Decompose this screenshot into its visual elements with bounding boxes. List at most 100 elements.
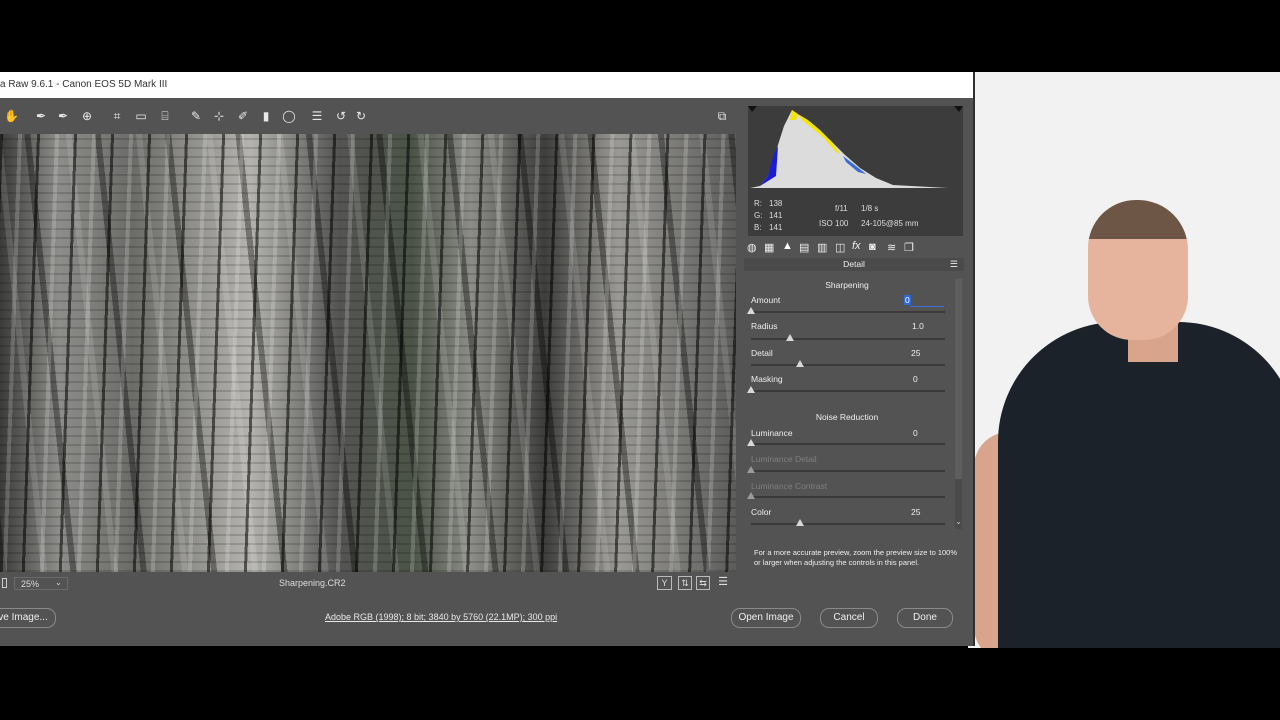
panel-scrollbar-thumb[interactable] bbox=[955, 279, 962, 479]
crop-icon[interactable]: ⌗ bbox=[110, 109, 124, 123]
luminance-detail-label: Luminance Detail bbox=[751, 454, 817, 464]
r-value: 138 bbox=[769, 199, 783, 208]
rotate-left-icon[interactable]: ↺ bbox=[334, 109, 348, 123]
effects-tab-icon[interactable]: fx bbox=[852, 240, 861, 252]
luminance-value[interactable]: 0 bbox=[913, 428, 948, 438]
luminance-slider[interactable] bbox=[751, 443, 945, 445]
graduated-filter-icon[interactable]: ▮ bbox=[259, 109, 273, 123]
split-toning-tab-icon[interactable]: ▥ bbox=[817, 241, 827, 254]
presets-tab-icon[interactable]: ≋ bbox=[887, 241, 896, 254]
masking-slider[interactable] bbox=[751, 390, 945, 392]
luminance-slider-thumb[interactable] bbox=[747, 439, 755, 446]
zoom-value: 25% bbox=[21, 579, 40, 589]
done-button[interactable]: Done bbox=[897, 608, 953, 628]
preview-hint: For a more accurate preview, zoom the pr… bbox=[754, 548, 958, 567]
title-bar: a Raw 9.6.1 - Canon EOS 5D Mark III bbox=[0, 72, 973, 98]
presenter-video bbox=[968, 72, 1280, 648]
lens-corrections-tab-icon[interactable]: ◫ bbox=[835, 241, 845, 254]
save-image-button[interactable]: ve Image... bbox=[0, 608, 56, 628]
panel-title: Detail bbox=[843, 259, 865, 269]
panel-header: Detail ☰ bbox=[744, 258, 964, 271]
red-eye-icon[interactable]: ⊹ bbox=[212, 109, 226, 123]
highlight-clip-warning-icon[interactable] bbox=[952, 106, 960, 114]
b-label: B: bbox=[754, 223, 762, 232]
radius-value[interactable]: 1.0 bbox=[912, 321, 947, 331]
shutter-speed: 1/8 s bbox=[861, 204, 879, 213]
r-label: R: bbox=[754, 199, 762, 208]
amount-value-underline bbox=[910, 306, 944, 307]
spot-removal-icon[interactable]: ✎ bbox=[189, 109, 203, 123]
g-label: G: bbox=[754, 211, 763, 220]
amount-slider-thumb[interactable] bbox=[747, 307, 755, 314]
camera-raw-dialog: a Raw 9.6.1 - Canon EOS 5D Mark III ✋ ✒ ✒ ⊕… bbox=[0, 72, 975, 646]
g-value: 141 bbox=[769, 211, 783, 220]
color-sampler-icon[interactable]: ✒ bbox=[56, 109, 70, 123]
image-preview[interactable] bbox=[0, 134, 736, 572]
targeted-adjustment-icon[interactable]: ⊕ bbox=[80, 109, 94, 123]
transform-icon[interactable]: ⌸ bbox=[158, 109, 172, 123]
detail-tab-icon[interactable]: ▲ bbox=[782, 240, 793, 252]
detail-panel: Sharpening Amount 0 Radius 1.0 Detail 25… bbox=[744, 271, 964, 536]
fullscreen-icon[interactable]: ⧉ bbox=[715, 109, 729, 123]
panel-tabs: ◍ ▦ ▲ ▤ ▥ ◫ fx ◙ ≋ ❐ bbox=[744, 238, 964, 258]
luminance-detail-slider-thumb bbox=[747, 466, 755, 473]
zoom-select[interactable]: 25% ⌄ bbox=[14, 577, 68, 590]
preview-status-bar: 25% ⌄ Sharpening.CR2 Y ⇅ ⇆ ☰ bbox=[0, 572, 736, 594]
basic-tab-icon[interactable]: ◍ bbox=[747, 241, 757, 254]
radial-filter-icon[interactable]: ◯ bbox=[282, 109, 296, 123]
white-balance-icon[interactable]: ✒ bbox=[34, 109, 48, 123]
presenter-shirt bbox=[998, 322, 1280, 648]
hand-icon[interactable]: ✋ bbox=[4, 109, 19, 123]
aperture: f/11 bbox=[835, 204, 848, 213]
preferences-icon[interactable]: ☰ bbox=[310, 109, 324, 123]
radius-slider[interactable] bbox=[751, 338, 945, 340]
window-title: a Raw 9.6.1 - Canon EOS 5D Mark III bbox=[0, 79, 168, 90]
toolbar: ✋ ✒ ✒ ⊕ ⌗ ▭ ⌸ ✎ ⊹ ✐ ▮ ◯ ☰ ↺ ↻ ⧉ bbox=[0, 98, 740, 134]
iso: ISO 100 bbox=[819, 219, 849, 228]
radius-label: Radius bbox=[751, 321, 778, 331]
straighten-icon[interactable]: ▭ bbox=[134, 109, 148, 123]
amount-label: Amount bbox=[751, 295, 781, 305]
adjustment-brush-icon[interactable]: ✐ bbox=[236, 109, 250, 123]
swap-before-after-icon[interactable]: ⇅ bbox=[678, 576, 692, 590]
amount-slider[interactable] bbox=[751, 311, 945, 313]
cancel-button[interactable]: Cancel bbox=[820, 608, 878, 628]
color-label: Color bbox=[751, 507, 772, 517]
toggle-settings-icon[interactable]: ☰ bbox=[716, 576, 730, 588]
zoom-out-icon[interactable] bbox=[2, 578, 7, 588]
camera-calibration-tab-icon[interactable]: ◙ bbox=[869, 241, 876, 253]
sharpening-title: Sharpening bbox=[825, 280, 869, 290]
masking-slider-thumb[interactable] bbox=[747, 386, 755, 393]
workflow-options-link[interactable]: Adobe RGB (1998); 8 bit; 3840 by 5760 (2… bbox=[325, 612, 557, 622]
rotate-right-icon[interactable]: ↻ bbox=[354, 109, 368, 123]
detail-value[interactable]: 25 bbox=[911, 348, 946, 358]
snapshots-tab-icon[interactable]: ❐ bbox=[904, 241, 914, 254]
panel-menu-icon[interactable]: ☰ bbox=[950, 258, 958, 271]
luminance-label: Luminance bbox=[751, 428, 793, 438]
copy-settings-icon[interactable]: ⇆ bbox=[696, 576, 710, 590]
open-image-button[interactable]: Open Image bbox=[731, 608, 801, 628]
masking-value[interactable]: 0 bbox=[913, 374, 948, 384]
color-value[interactable]: 25 bbox=[911, 507, 946, 517]
color-slider-thumb[interactable] bbox=[795, 519, 804, 526]
shadow-clip-warning-icon[interactable] bbox=[744, 106, 752, 114]
camera-info: R: 138 G: 141 B: 141 f/11 1/8 s ISO 100 … bbox=[748, 192, 963, 236]
luminance-contrast-label: Luminance Contrast bbox=[751, 481, 828, 491]
color-slider[interactable] bbox=[751, 523, 945, 525]
luminance-contrast-slider bbox=[751, 496, 945, 498]
noise-reduction-title: Noise Reduction bbox=[815, 412, 879, 422]
amount-value[interactable]: 0 bbox=[904, 295, 939, 305]
luminance-contrast-slider-thumb bbox=[747, 492, 755, 499]
detail-label: Detail bbox=[751, 348, 773, 358]
detail-slider-thumb[interactable] bbox=[795, 360, 804, 367]
hsl-tab-icon[interactable]: ▤ bbox=[799, 241, 809, 254]
panel-scrollbar[interactable]: ⌄ bbox=[955, 279, 962, 529]
radius-slider-thumb[interactable] bbox=[785, 334, 794, 341]
filename: Sharpening.CR2 bbox=[279, 578, 346, 588]
tone-curve-tab-icon[interactable]: ▦ bbox=[764, 241, 774, 254]
luminance-detail-slider bbox=[751, 470, 945, 472]
scroll-down-icon[interactable]: ⌄ bbox=[955, 517, 962, 527]
before-after-y-icon[interactable]: Y bbox=[657, 576, 672, 590]
detail-slider[interactable] bbox=[751, 364, 945, 366]
bottom-bar: ve Image... Adobe RGB (1998); 8 bit; 384… bbox=[0, 594, 973, 646]
